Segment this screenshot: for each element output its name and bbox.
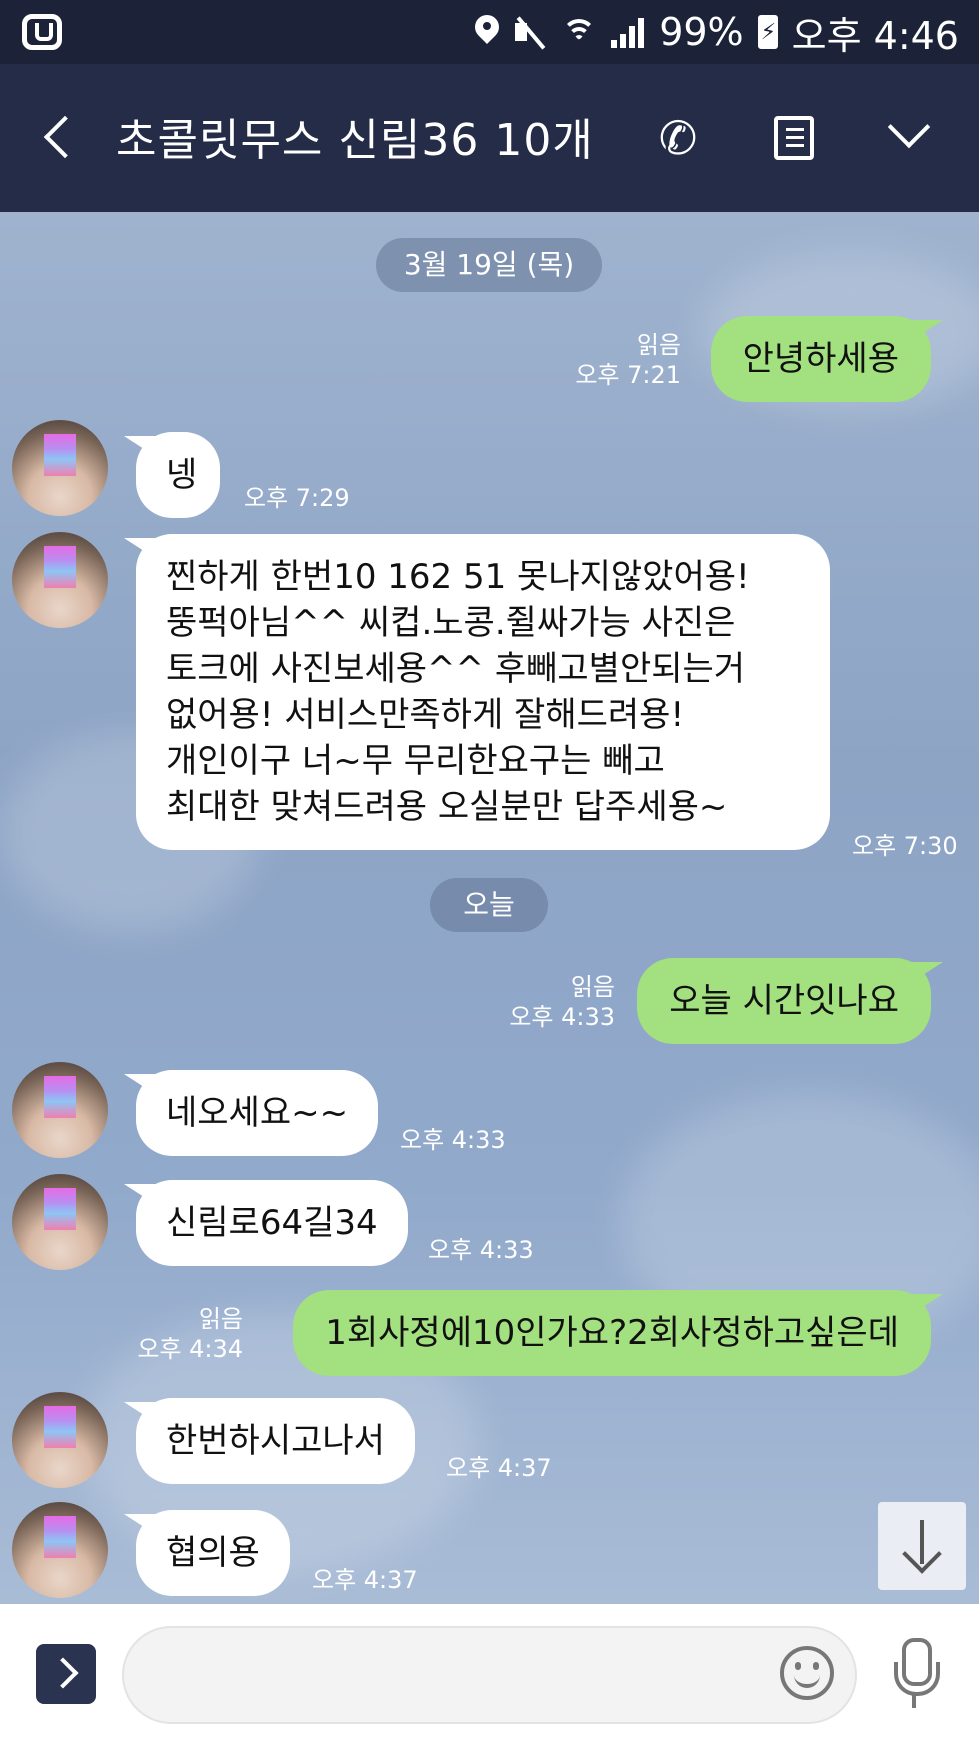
wifi-icon xyxy=(561,15,597,49)
chat-header: 초콜릿무스 신림36 10개 ✆ xyxy=(0,64,979,212)
message-time: 오후 7:21 xyxy=(575,361,681,389)
emoji-icon[interactable] xyxy=(780,1646,834,1700)
message-time: 오후 4:33 xyxy=(509,1003,615,1031)
avatar[interactable] xyxy=(12,1174,108,1270)
avatar[interactable] xyxy=(12,1392,108,1488)
vibrate-mute-icon xyxy=(513,15,547,49)
clock: 오후 4:46 xyxy=(791,13,959,58)
document-menu-icon[interactable] xyxy=(774,116,814,160)
incoming-message[interactable]: 협의용 xyxy=(124,1510,290,1596)
status-icons: 99% 오후 4:46 xyxy=(475,10,959,58)
message-time: 오후 7:29 xyxy=(244,484,350,512)
back-arrow-icon[interactable] xyxy=(38,116,78,160)
battery-percent: 99% xyxy=(659,10,744,54)
arrow-down-icon[interactable] xyxy=(878,1502,966,1590)
date-divider: 오늘 xyxy=(430,878,548,932)
chevron-right-icon[interactable] xyxy=(36,1644,96,1704)
message-time: 오후 4:33 xyxy=(400,1126,506,1154)
incoming-message[interactable]: 네오세요~~ xyxy=(123,1070,379,1156)
message-meta: 읽음 오후 7:21 xyxy=(575,330,681,390)
signal-icon xyxy=(611,16,645,48)
message-time: 오후 4:37 xyxy=(312,1566,418,1594)
message-meta: 읽음 오후 4:33 xyxy=(509,972,615,1032)
carrier-logo-icon xyxy=(22,14,62,50)
status-bar: 99% 오후 4:46 xyxy=(0,0,979,64)
chat-title: 초콜릿무스 신림36 10개 xyxy=(116,115,594,166)
chat-area[interactable]: 3월 19일 (목) 읽음 오후 7:21 안녕하세용 넹 오후 7:29 찐하… xyxy=(0,212,979,1604)
message-time: 오후 4:34 xyxy=(137,1335,243,1363)
read-receipt: 읽음 xyxy=(198,1305,243,1333)
outgoing-message[interactable]: 안녕하세용 xyxy=(710,316,944,402)
chevron-down-icon[interactable] xyxy=(884,112,932,156)
avatar[interactable] xyxy=(12,1502,108,1598)
microphone-icon[interactable] xyxy=(890,1638,940,1710)
message-input[interactable] xyxy=(122,1626,857,1724)
incoming-message[interactable]: 신림로64길34 xyxy=(124,1180,408,1266)
battery-charging-icon xyxy=(757,15,778,49)
message-time: 오후 4:33 xyxy=(428,1236,534,1264)
avatar[interactable] xyxy=(12,532,108,628)
message-input-bar xyxy=(0,1604,979,1742)
read-receipt: 읽음 xyxy=(636,331,681,359)
outgoing-message[interactable]: 오늘 시간잇나요 xyxy=(637,958,943,1044)
message-time: 오후 7:30 xyxy=(852,832,958,860)
date-divider: 3월 19일 (목) xyxy=(376,238,602,292)
message-meta: 읽음 오후 4:34 xyxy=(137,1304,243,1364)
avatar[interactable] xyxy=(12,420,108,516)
incoming-message[interactable]: 넹 xyxy=(124,432,220,518)
location-icon xyxy=(475,15,499,49)
incoming-message[interactable]: 한번하시고나서 xyxy=(124,1398,415,1484)
message-time: 오후 4:37 xyxy=(446,1454,552,1482)
avatar[interactable] xyxy=(12,1062,108,1158)
read-receipt: 읽음 xyxy=(570,973,615,1001)
incoming-message[interactable]: 찐하게 한번10 162 51 못나지않았어용! 뚱퍽아님^^ 씨컵.노콩.쥘싸… xyxy=(124,534,830,850)
outgoing-message[interactable]: 1회사정에10인가요?2회사정하고싶은데 xyxy=(293,1290,943,1376)
phone-icon[interactable]: ✆ xyxy=(652,112,704,164)
